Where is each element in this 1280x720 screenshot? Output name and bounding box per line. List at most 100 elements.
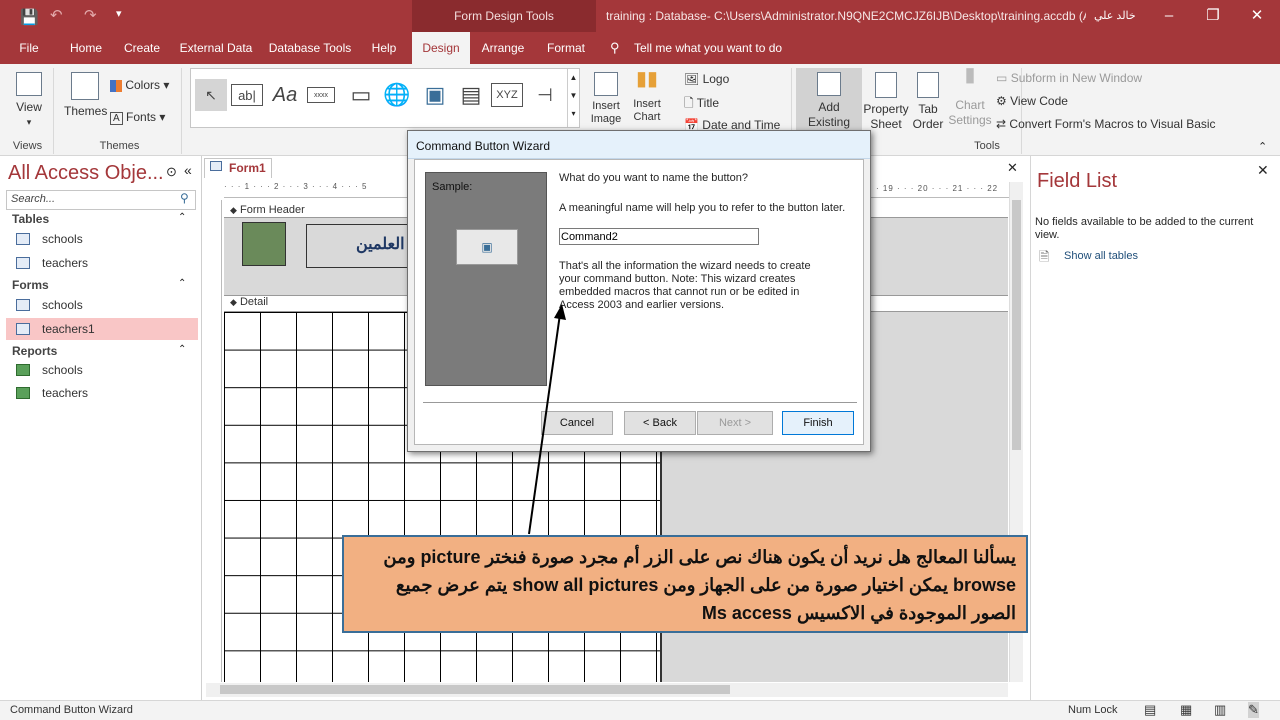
next-button[interactable]: Next > [697, 411, 773, 435]
form-icon [16, 323, 30, 335]
gallery-scroll[interactable]: ▲ ▼ ▾ [567, 69, 579, 127]
show-all-tables-link[interactable]: Show all tables [1064, 250, 1138, 262]
nav-item-report-teachers[interactable]: teachers [6, 382, 198, 404]
tab-arrange[interactable]: Arrange [476, 32, 530, 64]
hyperlink-icon[interactable]: 🌐 [381, 79, 413, 111]
page-break-icon[interactable]: ⊣ [529, 79, 561, 111]
undo-icon[interactable]: ↶ [50, 6, 63, 24]
customize-qat-icon[interactable]: ▾ [116, 7, 122, 20]
wizard-body: Sample: ▣ What do you want to name the b… [414, 159, 864, 445]
close-pane-icon[interactable]: ✕ [1257, 162, 1269, 179]
fonts-label: Fonts [126, 110, 157, 124]
tab-order-button[interactable]: Tab Order [910, 68, 946, 132]
tab-create[interactable]: Create [118, 32, 166, 64]
convert-macros-button[interactable]: ⇄ Convert Form's Macros to Visual Basic [996, 117, 1216, 131]
property-sheet-label: Property Sheet [863, 102, 909, 131]
insert-chart-button[interactable]: ▮▮ Insert Chart [628, 69, 666, 124]
collapse-nav-icon[interactable]: « [184, 162, 192, 178]
save-icon[interactable]: 💾 [20, 8, 39, 26]
nav-item-form-teachers1[interactable]: teachers1 [6, 318, 198, 340]
nav-section-forms[interactable]: Forms [12, 278, 49, 292]
title-button[interactable]: 🗋 Title [684, 94, 719, 115]
web-browser-icon[interactable]: ▣ [419, 79, 451, 111]
table-icon [16, 233, 30, 245]
themes-button[interactable]: Themes [64, 72, 107, 119]
ruler-marks-right: · 19 · · · 20 · · · 21 · · · 22 [876, 184, 999, 193]
restore-icon[interactable]: ❐ [1190, 0, 1236, 32]
option-group-control[interactable]: XYZ [491, 83, 523, 107]
button-name-input[interactable] [559, 228, 759, 245]
wizard-title: Command Button Wizard [408, 131, 870, 159]
status-bar: Command Button Wizard Num Lock ▤ ▦ ▥ ✎ [0, 700, 1280, 720]
chevron-down-icon: ▾ [26, 117, 32, 127]
form-header-label: Form Header [239, 204, 305, 216]
nav-item-report-schools[interactable]: schools [6, 359, 198, 381]
nav-search-input[interactable]: Search... [6, 190, 196, 210]
nav-item-form-schools[interactable]: schools [6, 294, 198, 316]
collapse-ribbon-icon[interactable]: ⌃ [1258, 140, 1267, 153]
minimize-icon[interactable]: – [1146, 0, 1192, 32]
tab-format[interactable]: Format [540, 32, 592, 64]
report-icon [16, 387, 30, 399]
finish-button[interactable]: Finish [782, 411, 854, 435]
scroll-thumb[interactable] [220, 685, 730, 694]
insert-image-button[interactable]: Insert Image [590, 72, 622, 126]
tab-design[interactable]: Design [412, 32, 470, 64]
nav-item-table-schools[interactable]: schools [6, 228, 198, 250]
nav-title[interactable]: All Access Obje... [8, 162, 164, 185]
collapse-section-icon[interactable]: ⌃ [178, 212, 186, 223]
tab-database-tools[interactable]: Database Tools [264, 32, 356, 64]
window-title: training : Database- C:\Users\Administra… [606, 9, 1086, 23]
close-icon[interactable]: ✕ [1234, 0, 1280, 32]
label-control[interactable]: Aa [269, 79, 301, 111]
fonts-icon: A [110, 112, 123, 125]
user-name[interactable]: خالد علي [1094, 0, 1136, 32]
property-sheet-button[interactable]: Property Sheet [862, 68, 910, 132]
tab-home[interactable]: Home [60, 32, 112, 64]
form-view-icon[interactable]: ▤ [1144, 702, 1156, 718]
nav-item-table-teachers[interactable]: teachers [6, 252, 198, 274]
button-control[interactable]: xxxx [307, 87, 335, 103]
datasheet-view-icon[interactable]: ▦ [1180, 702, 1192, 718]
logo-button[interactable]: 🖼 Logo [684, 72, 729, 86]
nav-menu-icon[interactable]: ⊙ [166, 164, 177, 180]
select-pointer-icon[interactable]: ↖ [195, 79, 227, 111]
tell-me-input[interactable]: Tell me what you want to do [634, 41, 782, 55]
view-label: View [16, 100, 42, 114]
add-existing-fields-button[interactable]: Add Existing Fields [796, 68, 862, 144]
subform-new-window-button[interactable]: ▭ Subform in New Window [996, 71, 1142, 85]
nav-section-reports[interactable]: Reports [12, 344, 57, 358]
collapse-section-icon[interactable]: ⌃ [178, 344, 186, 355]
chart-settings-button[interactable]: ▮ Chart Settings [948, 65, 992, 128]
scroll-thumb[interactable] [1012, 200, 1021, 450]
back-button[interactable]: < Back [624, 411, 696, 435]
sample-button-icon: ▣ [456, 229, 518, 265]
fonts-button[interactable]: A Fonts ▾ [110, 110, 165, 125]
report-icon [16, 364, 30, 376]
horizontal-scrollbar[interactable] [206, 683, 1008, 697]
view-code-button[interactable]: ⚙ View Code [996, 94, 1068, 108]
collapse-section-icon[interactable]: ⌃ [178, 278, 186, 289]
textbox-control[interactable]: ab| [231, 84, 263, 106]
field-list-pane: Field List ✕ No fields available to be a… [1030, 156, 1280, 700]
nav-section-tables[interactable]: Tables [12, 212, 49, 226]
nav-item-label: schools [42, 363, 83, 377]
layout-view-icon[interactable]: ▥ [1214, 702, 1226, 718]
header-title-text[interactable]: العلمين [356, 234, 405, 254]
header-logo-image[interactable] [242, 222, 286, 266]
image-icon [594, 72, 618, 96]
colors-button[interactable]: Colors ▾ [110, 78, 169, 92]
redo-icon[interactable]: ↷ [84, 6, 97, 24]
tab-file[interactable]: File [8, 32, 50, 64]
tab-external-data[interactable]: External Data [176, 32, 256, 64]
code-icon: ⚙ [996, 94, 1007, 108]
tab-control-icon[interactable]: ▭ [345, 79, 377, 111]
search-icon[interactable]: ⚲ [180, 191, 189, 205]
tab-help[interactable]: Help [364, 32, 404, 64]
view-button[interactable]: View ▾ [12, 72, 46, 130]
ruler-marks: · · · 1 · · · 2 · · · 3 · · · 4 · · · 5 [224, 182, 368, 191]
navigation-icon[interactable]: ▤ [455, 79, 487, 111]
themes-icon [71, 72, 99, 100]
close-document-icon[interactable]: ✕ [1007, 160, 1018, 176]
design-view-icon[interactable]: ✎ [1248, 702, 1259, 718]
